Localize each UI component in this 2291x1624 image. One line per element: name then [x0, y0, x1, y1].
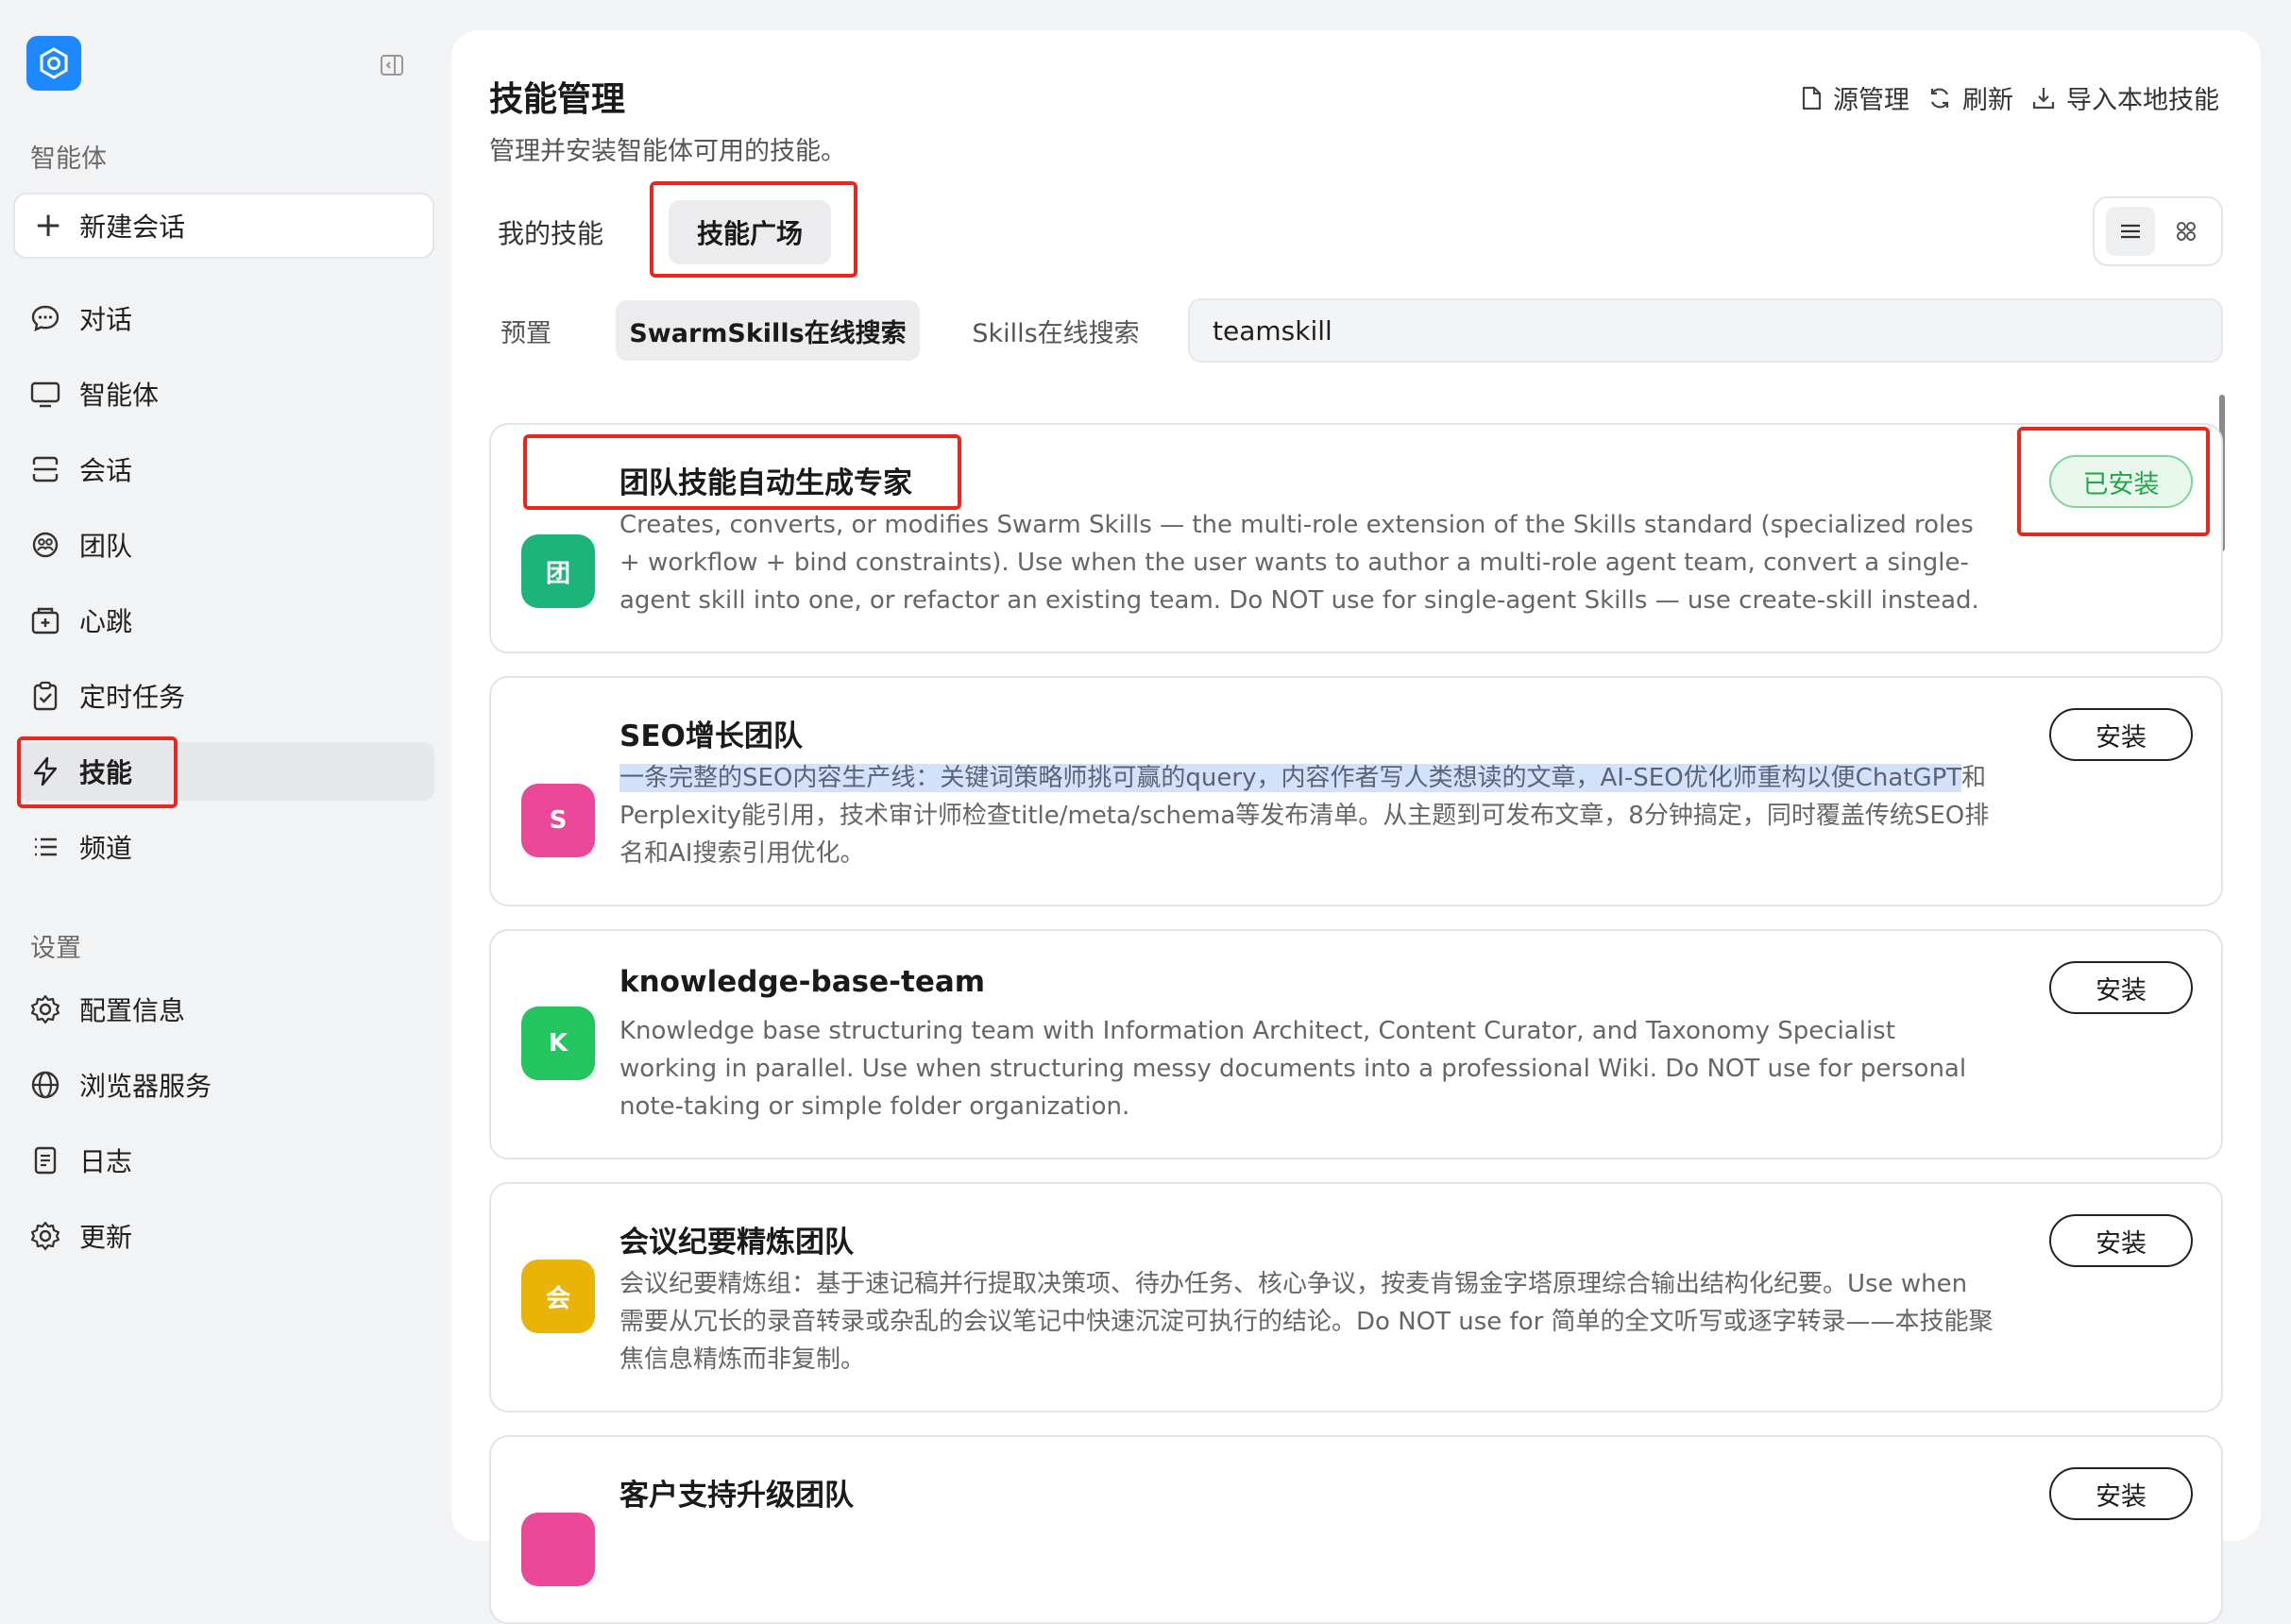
page-title: 技能管理	[489, 80, 626, 119]
lightning-icon	[28, 754, 62, 788]
sidebar-item-label: 技能	[79, 757, 133, 788]
skill-title: knowledge-base-team	[619, 965, 986, 999]
refresh-button[interactable]: 刷新	[1926, 79, 2013, 116]
gear-icon	[28, 1219, 62, 1253]
app-logo[interactable]	[26, 36, 81, 91]
skill-avatar: K	[521, 1007, 595, 1080]
monitor-icon	[28, 377, 62, 411]
skill-card[interactable]: 团 团队技能自动生成专家 Creates, converts, or modif…	[489, 423, 2223, 653]
skill-card[interactable]: 会 会议纪要精炼团队 会议纪要精炼组：基于速记稿并行提取决策项、待办任务、核心争…	[489, 1182, 2223, 1413]
sidebar-item-label: 更新	[79, 1222, 133, 1253]
sidebar-item-sessions[interactable]: 会话	[17, 440, 434, 499]
sidebar-item-skills[interactable]: 技能	[17, 742, 434, 801]
skill-avatar: 会	[521, 1260, 595, 1333]
list-icon	[28, 830, 62, 864]
team-icon	[28, 528, 62, 562]
import-label: 导入本地技能	[2066, 86, 2219, 115]
tab-my-skills[interactable]: 我的技能	[489, 200, 612, 264]
sidebar-item-scheduled-tasks[interactable]: 定时任务	[17, 667, 434, 725]
source-manage-button[interactable]: 源管理	[1799, 79, 1909, 116]
header-actions: 源管理 刷新 导入本地技能	[1799, 79, 2219, 116]
skill-description: 一条完整的SEO内容生产线：关键词策略师挑可赢的query，内容作者写人类想读的…	[619, 759, 1998, 872]
sidebar-item-browser-service[interactable]: 浏览器服务	[17, 1056, 434, 1114]
subtab-skills-search[interactable]: Skills在线搜索	[952, 300, 1160, 361]
file-icon	[1802, 86, 1822, 110]
tab-skill-market[interactable]: 技能广场	[669, 200, 831, 264]
subtab-preset[interactable]: 预置	[489, 300, 563, 361]
skill-description: Knowledge base structuring team with Inf…	[619, 1017, 1967, 1121]
main-panel: 技能管理 管理并安装智能体可用的技能。 源管理 刷新 导入本地技能 我的技能 技…	[451, 30, 2261, 1624]
logo-icon	[40, 47, 68, 79]
heartbeat-icon	[28, 603, 62, 637]
sidebar-item-label: 会话	[79, 455, 133, 486]
sidebar-item-heartbeat[interactable]: 心跳	[17, 591, 434, 650]
sidebar-item-agents[interactable]: 智能体	[17, 364, 434, 423]
skill-title: 会议纪要精炼团队	[619, 1226, 854, 1260]
chat-icon	[28, 301, 62, 335]
refresh-icon	[1930, 88, 1949, 108]
session-icon	[28, 452, 62, 486]
sidebar-item-update[interactable]: 更新	[17, 1207, 434, 1265]
sidebar-item-logs[interactable]: 日志	[17, 1131, 434, 1190]
install-button[interactable]: 安装	[2049, 1467, 2193, 1520]
skill-card[interactable]: K knowledge-base-team Knowledge base str…	[489, 929, 2223, 1159]
sidebar-item-config[interactable]: 配置信息	[17, 980, 434, 1039]
clipboard-check-icon	[28, 679, 62, 713]
install-button[interactable]: 安装	[2049, 1214, 2193, 1267]
log-icon	[28, 1143, 62, 1177]
sidebar-item-label: 对话	[79, 304, 133, 335]
grid-view-icon[interactable]	[2162, 207, 2211, 256]
source-manage-label: 源管理	[1833, 86, 1909, 115]
sidebar-item-label: 团队	[79, 531, 133, 562]
page-subtitle: 管理并安装智能体可用的技能。	[489, 137, 846, 166]
gear-icon	[28, 992, 62, 1026]
globe-icon	[28, 1068, 62, 1102]
sidebar-item-label: 频道	[79, 833, 133, 864]
download-icon	[2032, 87, 2055, 109]
collapse-sidebar-icon[interactable]	[378, 51, 406, 79]
skill-avatar: 团	[521, 534, 595, 608]
refresh-label: 刷新	[1962, 86, 2013, 115]
sidebar-item-label: 定时任务	[79, 682, 186, 713]
skill-title: 团队技能自动生成专家	[619, 466, 912, 500]
search-input[interactable]: teamskill	[1188, 298, 2223, 363]
subtab-swarmskills-search[interactable]: SwarmSkills在线搜索	[616, 300, 920, 361]
skill-description: Creates, converts, or modifies Swarm Ski…	[619, 511, 1979, 615]
new-chat-label: 新建会话	[79, 211, 186, 243]
sidebar-item-label: 配置信息	[79, 995, 186, 1026]
skill-title: 客户支持升级团队	[619, 1479, 854, 1513]
section-label-agents: 智能体	[30, 144, 107, 174]
plus-icon: +	[34, 206, 63, 245]
sidebar-item-label: 心跳	[79, 606, 133, 637]
install-button[interactable]: 安装	[2049, 961, 2193, 1014]
new-chat-button[interactable]: + 新建会话	[13, 193, 434, 259]
skill-description: 会议纪要精炼组：基于速记稿并行提取决策项、待办任务、核心争议，按麦肯锡金字塔原理…	[619, 1270, 1994, 1374]
import-local-skill-button[interactable]: 导入本地技能	[2030, 79, 2219, 116]
section-label-settings: 设置	[30, 934, 81, 963]
selected-text: 一条完整的SEO内容生产线：关键词策略师挑可赢的query，内容作者写人类想读的…	[619, 764, 1962, 792]
skill-title: SEO增长团队	[619, 719, 803, 753]
sidebar-item-label: 浏览器服务	[79, 1071, 212, 1102]
skill-card[interactable]: S SEO增长团队 一条完整的SEO内容生产线：关键词策略师挑可赢的query，…	[489, 676, 2223, 906]
sidebar-item-chat[interactable]: 对话	[17, 289, 434, 347]
view-toggle	[2093, 196, 2223, 266]
install-button[interactable]: 安装	[2049, 708, 2193, 761]
sidebar: 智能体 + 新建会话 对话 智能体 会话 团队 心跳 定时任务 技能 频道 设置…	[0, 0, 451, 1524]
sidebar-item-label: 日志	[79, 1146, 133, 1177]
list-view-icon[interactable]	[2105, 207, 2155, 256]
skill-card[interactable]: 客户支持升级团队 安装	[489, 1435, 2223, 1624]
sidebar-item-channels[interactable]: 频道	[17, 818, 434, 876]
installed-button[interactable]: 已安装	[2049, 455, 2193, 508]
skill-avatar: S	[521, 784, 595, 857]
sidebar-item-team[interactable]: 团队	[17, 516, 434, 574]
sidebar-item-label: 智能体	[79, 380, 160, 411]
